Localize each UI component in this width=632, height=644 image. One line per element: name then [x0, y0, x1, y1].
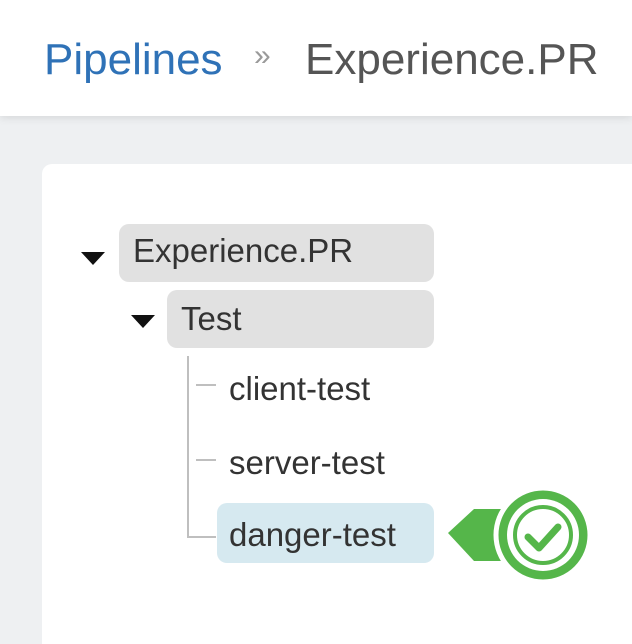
- breadcrumb-pipelines-link[interactable]: Pipelines: [44, 34, 223, 86]
- collapse-root-toggle-icon[interactable]: [81, 252, 105, 265]
- tree-node-job-selected[interactable]: danger-test: [217, 503, 434, 563]
- collapse-stage-toggle-icon[interactable]: [131, 315, 155, 328]
- success-status-badge: [448, 485, 593, 585]
- breadcrumb-current: Experience.PR: [305, 35, 599, 84]
- tree-connector-vertical: [187, 356, 189, 538]
- header-bar: Pipelines » Experience.PR: [0, 0, 632, 116]
- tree-node-root[interactable]: Experience.PR: [119, 224, 434, 282]
- tree-node-stage[interactable]: Test: [167, 290, 434, 348]
- tree-connector-branch: [187, 536, 216, 538]
- tree-node-job[interactable]: client-test: [217, 360, 370, 416]
- check-icon: [448, 485, 593, 585]
- breadcrumb-separator-icon: »: [254, 39, 271, 72]
- tree-connector-branch: [196, 459, 216, 461]
- tree-node-job[interactable]: server-test: [217, 434, 385, 490]
- tree-connector-branch: [196, 384, 216, 386]
